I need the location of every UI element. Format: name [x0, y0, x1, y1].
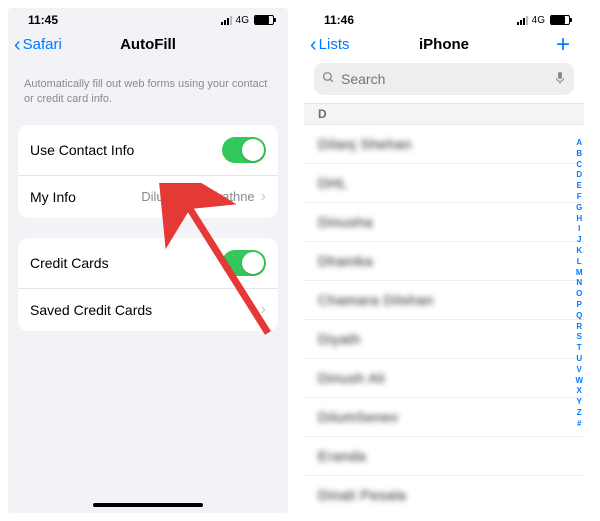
contact-name: Dilanj Shehan: [318, 136, 412, 152]
index-letter[interactable]: V: [577, 365, 582, 376]
index-letter[interactable]: T: [577, 343, 582, 354]
network-label: 4G: [236, 15, 249, 26]
contact-name: Dhanika: [318, 253, 373, 269]
nav-bar: ‹ Lists iPhone +: [304, 28, 584, 63]
status-right: 4G: [517, 15, 570, 26]
battery-icon: [550, 15, 570, 25]
group-contact-info: Use Contact Info My Info Dilum Senevirat…: [18, 125, 278, 218]
contact-row[interactable]: DHL: [304, 164, 584, 203]
index-letter[interactable]: Y: [577, 397, 582, 408]
contact-row[interactable]: Dinush Ali: [304, 359, 584, 398]
index-letter[interactable]: F: [577, 192, 582, 203]
contact-row[interactable]: Dinusha: [304, 203, 584, 242]
back-label: Lists: [319, 36, 350, 53]
signal-icon: [221, 15, 232, 25]
home-indicator[interactable]: [93, 503, 203, 507]
cell-credit-cards[interactable]: Credit Cards: [18, 238, 278, 288]
contact-list[interactable]: Dilanj ShehanDHLDinushaDhanikaChamara Di…: [304, 125, 584, 513]
network-label: 4G: [532, 15, 545, 26]
contact-row[interactable]: DilumSenev: [304, 398, 584, 437]
cell-label: Saved Credit Cards: [30, 302, 152, 318]
contact-name: Dinusha: [318, 214, 373, 230]
contact-name: DHL: [318, 175, 348, 191]
back-button[interactable]: ‹ Safari: [14, 36, 62, 53]
index-letter[interactable]: N: [576, 278, 582, 289]
status-bar: 11:45 4G: [8, 8, 288, 28]
phone-autofill-settings: 11:45 4G ‹ Safari AutoFill Automatically…: [8, 8, 288, 513]
cell-label: My Info: [30, 189, 76, 205]
index-letter[interactable]: L: [577, 257, 582, 268]
index-letter[interactable]: D: [576, 170, 582, 181]
search-input[interactable]: [341, 71, 548, 87]
chevron-right-icon: ›: [261, 188, 266, 206]
contact-row[interactable]: Dinali Pesala: [304, 476, 584, 513]
index-letter[interactable]: W: [575, 376, 583, 387]
contact-name: Diyath: [318, 331, 361, 347]
contact-name: Dinali Pesala: [318, 487, 406, 503]
contact-name: Chamara Dilshan: [318, 292, 434, 308]
back-button[interactable]: ‹ Lists: [310, 36, 350, 53]
my-info-value: Dilum Senevirathne: [141, 189, 254, 204]
group-credit-cards: Credit Cards Saved Credit Cards ›: [18, 238, 278, 331]
add-contact-button[interactable]: +: [556, 37, 574, 53]
index-letter[interactable]: P: [577, 300, 582, 311]
contact-name: Dinush Ali: [318, 370, 385, 386]
contact-row[interactable]: Diyath: [304, 320, 584, 359]
status-time: 11:46: [324, 13, 354, 27]
signal-icon: [517, 15, 528, 25]
index-letter[interactable]: X: [577, 386, 582, 397]
contact-row[interactable]: Dilanj Shehan: [304, 125, 584, 164]
contact-row[interactable]: Chamara Dilshan: [304, 281, 584, 320]
contact-row[interactable]: Dhanika: [304, 242, 584, 281]
index-letter[interactable]: J: [577, 235, 581, 246]
index-letter[interactable]: K: [576, 246, 582, 257]
back-label: Safari: [23, 36, 62, 53]
index-letter[interactable]: R: [576, 322, 582, 333]
chevron-left-icon: ‹: [14, 38, 21, 52]
index-letter[interactable]: Z: [577, 408, 582, 419]
index-letter[interactable]: I: [578, 224, 580, 235]
index-letter[interactable]: G: [576, 203, 582, 214]
section-header: D: [304, 103, 584, 125]
index-letter[interactable]: O: [576, 289, 582, 300]
phone-contacts: 11:46 4G ‹ Lists iPhone +: [304, 8, 584, 513]
index-letter[interactable]: #: [577, 419, 581, 430]
chevron-left-icon: ‹: [310, 38, 317, 52]
nav-bar: ‹ Safari AutoFill: [8, 28, 288, 63]
cell-saved-credit-cards[interactable]: Saved Credit Cards ›: [18, 288, 278, 331]
index-letter[interactable]: E: [577, 181, 582, 192]
status-right: 4G: [221, 15, 274, 26]
index-letter[interactable]: C: [576, 160, 582, 171]
contact-row[interactable]: Eranda: [304, 437, 584, 476]
index-letter[interactable]: H: [576, 214, 582, 225]
section-hint: Automatically fill out web forms using y…: [8, 63, 288, 125]
chevron-right-icon: ›: [261, 301, 266, 319]
status-time: 11:45: [28, 13, 58, 27]
index-letter[interactable]: A: [576, 138, 582, 149]
cell-label: Credit Cards: [30, 255, 109, 271]
contact-name: DilumSenev: [318, 409, 398, 425]
status-bar: 11:46 4G: [304, 8, 584, 28]
index-letter[interactable]: Q: [576, 311, 582, 322]
index-letter[interactable]: B: [576, 149, 582, 160]
toggle-use-contact-info[interactable]: [222, 137, 266, 163]
toggle-credit-cards[interactable]: [222, 250, 266, 276]
cell-label: Use Contact Info: [30, 142, 134, 158]
contact-name: Eranda: [318, 448, 366, 464]
index-letter[interactable]: U: [576, 354, 582, 365]
search-icon: [322, 71, 335, 87]
search-bar[interactable]: [314, 63, 574, 95]
search-wrap: [304, 63, 584, 103]
index-letter[interactable]: S: [577, 332, 582, 343]
cell-my-info[interactable]: My Info Dilum Senevirathne ›: [18, 175, 278, 218]
index-letter[interactable]: M: [576, 268, 583, 279]
battery-icon: [254, 15, 274, 25]
section-index[interactable]: ABCDEFGHIJKLMNOPQRSTUVWXYZ#: [575, 138, 583, 430]
cell-use-contact-info[interactable]: Use Contact Info: [18, 125, 278, 175]
mic-icon[interactable]: [554, 71, 566, 88]
